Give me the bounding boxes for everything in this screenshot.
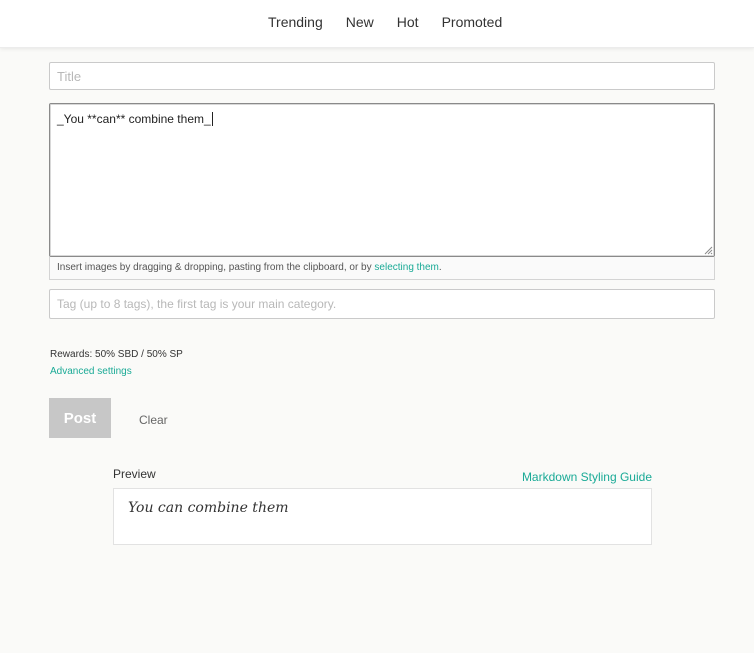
text-caret xyxy=(211,112,213,126)
top-navigation-bar: Trending New Hot Promoted xyxy=(0,0,754,48)
preview-box: You can combine them xyxy=(113,488,652,545)
select-images-link[interactable]: selecting them xyxy=(374,262,438,273)
title-input[interactable] xyxy=(49,62,715,90)
rewards-setting: Rewards: 50% SBD / 50% SP xyxy=(50,349,183,360)
nav-item-promoted[interactable]: Promoted xyxy=(442,14,503,30)
markdown-styling-guide-link[interactable]: Markdown Styling Guide xyxy=(522,470,652,484)
upload-hint-suffix: . xyxy=(438,262,442,273)
nav-item-new[interactable]: New xyxy=(346,14,374,30)
resize-grip-icon[interactable] xyxy=(704,246,713,255)
post-body-text: _You **can** combine them_ xyxy=(57,112,211,126)
clear-button[interactable]: Clear xyxy=(139,413,168,427)
main-nav: Trending New Hot Promoted xyxy=(268,14,502,30)
post-body-textarea[interactable]: _You **can** combine them_ xyxy=(49,103,715,257)
preview-rendered-text: You can combine them xyxy=(128,500,289,516)
nav-item-trending[interactable]: Trending xyxy=(268,14,323,30)
image-upload-hint: Insert images by dragging & dropping, pa… xyxy=(49,257,715,280)
nav-item-hot[interactable]: Hot xyxy=(397,14,419,30)
tags-input[interactable] xyxy=(49,289,715,319)
upload-hint-text: Insert images by dragging & dropping, pa… xyxy=(57,262,375,273)
preview-label: Preview xyxy=(113,467,156,481)
post-button[interactable]: Post xyxy=(49,398,111,438)
advanced-settings-link[interactable]: Advanced settings xyxy=(50,366,132,378)
